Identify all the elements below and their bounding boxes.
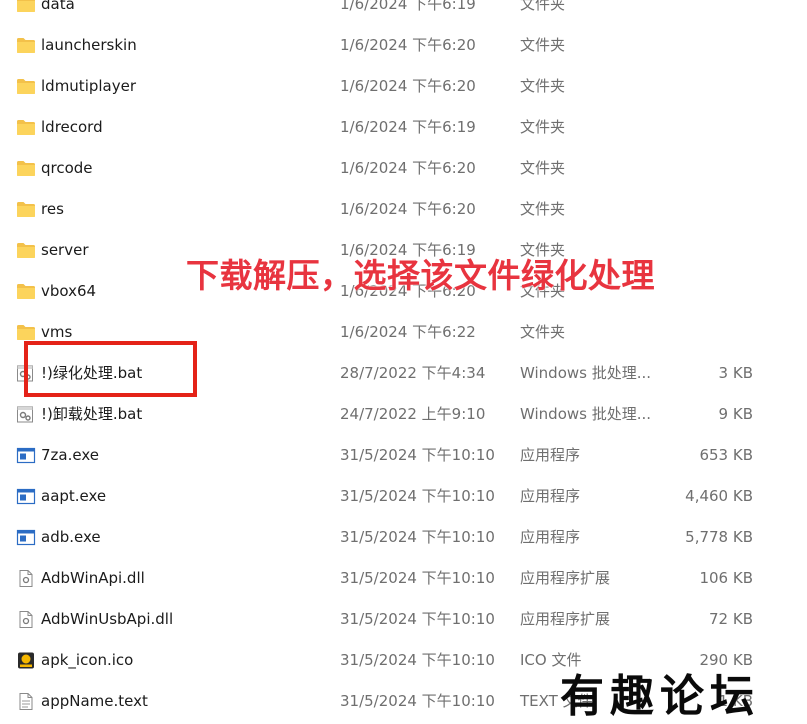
file-row[interactable]: !)卸载处理.bat 24/7/2022 上午9:10 Windows 批处理...…: [0, 394, 807, 435]
file-size: 5,778 KB: [685, 528, 753, 546]
file-date-modified: 1/6/2024 下午6:19: [340, 118, 476, 136]
file-date-modified: 31/5/2024 下午10:10: [340, 651, 495, 669]
folder-icon: [16, 201, 36, 218]
file-name: appName.text: [41, 692, 148, 710]
file-date-modified: 1/6/2024 下午6:20: [340, 159, 476, 177]
text-file-icon: [16, 693, 36, 710]
file-date-modified: 31/5/2024 下午10:10: [340, 446, 495, 464]
folder-icon: [16, 242, 36, 259]
dll-file-icon: [16, 570, 36, 587]
file-row[interactable]: AdbWinUsbApi.dll 31/5/2024 下午10:10 应用程序扩展 7…: [0, 599, 807, 640]
file-row[interactable]: ldmutiplayer 1/6/2024 下午6:20 文件夹: [0, 66, 807, 107]
file-row[interactable]: launcherskin 1/6/2024 下午6:20 文件夹: [0, 25, 807, 66]
file-date-modified: 31/5/2024 下午10:10: [340, 569, 495, 587]
file-row[interactable]: data 1/6/2024 下午6:19 文件夹: [0, 0, 807, 25]
file-name: launcherskin: [41, 36, 137, 54]
batch-file-icon: [16, 406, 36, 423]
forum-watermark: 有趣论坛: [560, 671, 760, 722]
file-name: res: [41, 200, 64, 218]
file-type: 应用程序: [520, 528, 581, 546]
file-name: ldmutiplayer: [41, 77, 137, 95]
file-date-modified: 31/5/2024 下午10:10: [340, 610, 495, 628]
file-name: server: [41, 241, 89, 259]
file-date-modified: 1/6/2024 下午6:20: [340, 200, 476, 218]
file-date-modified: 1/6/2024 下午6:20: [340, 36, 476, 54]
file-name: !)卸载处理.bat: [41, 405, 143, 423]
file-name: qrcode: [41, 159, 93, 177]
file-date-modified: 1/6/2024 下午6:20: [340, 77, 476, 95]
folder-icon: [16, 78, 36, 95]
ico-file-icon: [16, 652, 36, 669]
file-date-modified: 1/6/2024 下午6:22: [340, 323, 476, 341]
file-date-modified: 31/5/2024 下午10:10: [340, 528, 495, 546]
file-type: 文件夹: [520, 36, 566, 54]
file-type: 应用程序: [520, 487, 581, 505]
file-type: 应用程序扩展: [520, 610, 611, 628]
file-type: 文件夹: [520, 200, 566, 218]
file-type: 文件夹: [520, 77, 566, 95]
folder-icon: [16, 119, 36, 136]
file-type: Windows 批处理...: [520, 364, 652, 382]
file-name: data: [41, 0, 75, 13]
folder-icon: [16, 160, 36, 177]
file-size: 653 KB: [699, 446, 753, 464]
file-row[interactable]: AdbWinApi.dll 31/5/2024 下午10:10 应用程序扩展 106 …: [0, 558, 807, 599]
file-name: adb.exe: [41, 528, 101, 546]
dll-file-icon: [16, 611, 36, 628]
file-size: 106 KB: [699, 569, 753, 587]
folder-icon: [16, 0, 36, 13]
file-name: 7za.exe: [41, 446, 99, 464]
file-size: 72 KB: [709, 610, 753, 628]
file-type: 应用程序: [520, 446, 581, 464]
application-icon: [16, 488, 36, 505]
file-date-modified: 28/7/2022 下午4:34: [340, 364, 486, 382]
file-row[interactable]: adb.exe 31/5/2024 下午10:10 应用程序 5,778 KB: [0, 517, 807, 558]
file-type: 应用程序扩展: [520, 569, 611, 587]
instruction-annotation: 下载解压，选择该文件绿化处理: [186, 256, 655, 295]
file-date-modified: 31/5/2024 下午10:10: [340, 692, 495, 710]
application-icon: [16, 447, 36, 464]
file-type: 文件夹: [520, 323, 566, 341]
folder-icon: [16, 324, 36, 341]
file-size: 3 KB: [718, 364, 753, 382]
file-row[interactable]: res 1/6/2024 下午6:20 文件夹: [0, 189, 807, 230]
file-size: 4,460 KB: [685, 487, 753, 505]
file-name: ldrecord: [41, 118, 103, 136]
file-date-modified: 31/5/2024 下午10:10: [340, 487, 495, 505]
folder-icon: [16, 283, 36, 300]
file-type: Windows 批处理...: [520, 405, 652, 423]
file-row[interactable]: qrcode 1/6/2024 下午6:20 文件夹: [0, 148, 807, 189]
file-date-modified: 1/6/2024 下午6:19: [340, 0, 476, 13]
highlight-box: [24, 341, 197, 397]
file-row[interactable]: ldrecord 1/6/2024 下午6:19 文件夹: [0, 107, 807, 148]
file-type: 文件夹: [520, 118, 566, 136]
file-row[interactable]: aapt.exe 31/5/2024 下午10:10 应用程序 4,460 KB: [0, 476, 807, 517]
file-type: 文件夹: [520, 159, 566, 177]
file-row[interactable]: 7za.exe 31/5/2024 下午10:10 应用程序 653 KB: [0, 435, 807, 476]
folder-icon: [16, 37, 36, 54]
file-size: 9 KB: [718, 405, 753, 423]
file-name: AdbWinApi.dll: [41, 569, 145, 587]
file-date-modified: 24/7/2022 上午9:10: [340, 405, 486, 423]
file-name: aapt.exe: [41, 487, 107, 505]
file-name: apk_icon.ico: [41, 651, 134, 669]
file-name: vbox64: [41, 282, 97, 300]
application-icon: [16, 529, 36, 546]
file-type: 文件夹: [520, 0, 566, 13]
file-name: AdbWinUsbApi.dll: [41, 610, 174, 628]
